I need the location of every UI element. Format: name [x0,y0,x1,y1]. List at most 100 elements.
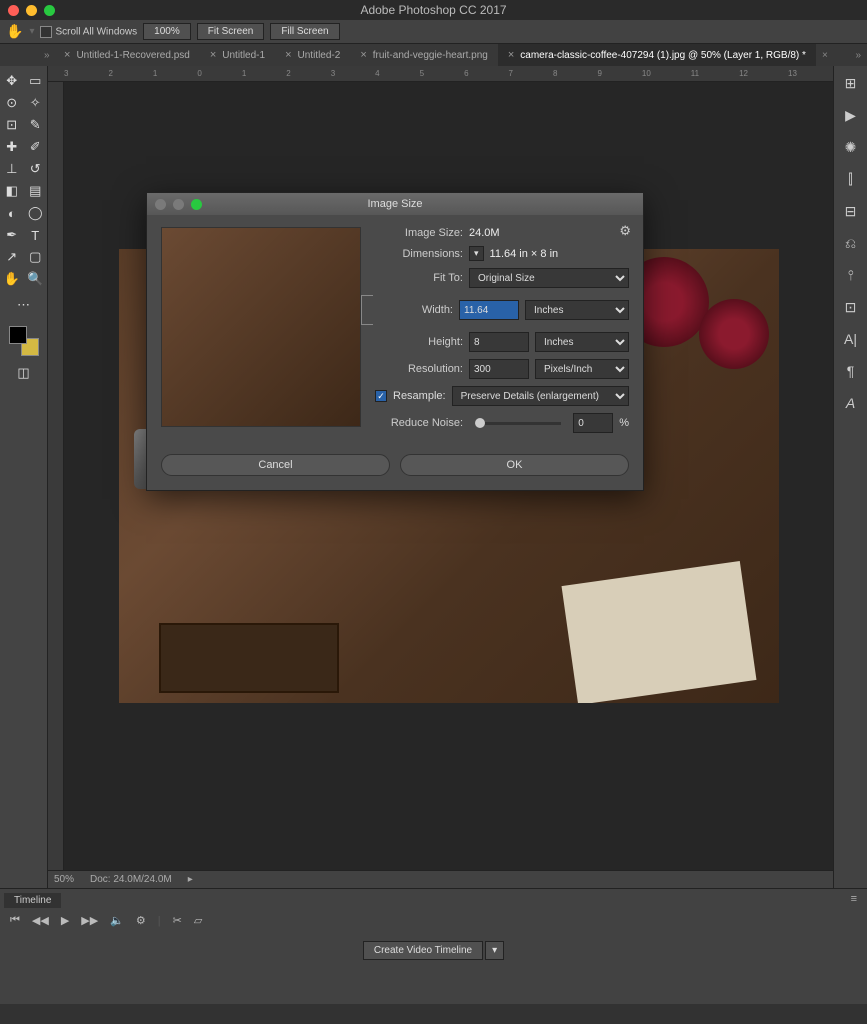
histogram-panel-icon[interactable]: ⫿ [842,170,860,188]
settings-icon[interactable]: ⚙ [136,914,146,927]
ruler-horizontal: 321012345678910111213 [48,66,833,82]
color-panel-icon[interactable]: ⊡ [842,298,860,316]
dialog-preview [161,227,361,427]
timeline-mode-dropdown[interactable]: ▾ [485,941,504,960]
link-icon[interactable] [361,295,373,325]
hand-tool-icon[interactable]: ✋ [6,23,23,40]
eraser-tool-icon[interactable]: ◧ [3,182,21,200]
foreground-color[interactable] [9,326,27,344]
doc-tab[interactable]: × fruit-and-veggie-heart.png [350,44,498,66]
width-unit-select[interactable]: Inches [525,300,629,320]
doc-info[interactable]: Doc: 24.0M/24.0M [90,874,172,885]
resample-label: Resample: [393,390,446,402]
adjustments-panel-icon[interactable]: ✺ [842,138,860,156]
doc-tab[interactable]: ×Untitled-2 [275,44,350,66]
play-icon[interactable]: ▶ [61,914,69,927]
close-icon[interactable]: × [210,49,216,61]
tab-label: Untitled-1 [222,50,265,61]
channels-panel-icon[interactable]: ⎌ [842,234,860,252]
close-icon[interactable]: × [508,49,514,61]
canvas[interactable]: Image Size ⚙ Image Size: 24.0M Dimensions… [64,82,833,870]
doc-tab[interactable]: × Untitled-1-Recovered.psd [54,44,200,66]
close-icon[interactable]: × [822,50,828,61]
crop-tool-icon[interactable]: ⊡ [3,116,21,134]
reduce-noise-input[interactable] [573,413,613,433]
heal-tool-icon[interactable]: ✚ [3,138,21,156]
close-icon[interactable]: × [285,49,291,61]
hand-tool-icon[interactable]: ✋ [3,270,21,288]
ok-button[interactable]: OK [400,454,629,476]
move-tool-icon[interactable]: ✥ [3,72,21,90]
scroll-label: Scroll All Windows [55,26,137,37]
zoom-tool-icon[interactable]: 🔍 [26,270,44,288]
tab-label: Untitled-1-Recovered.psd [76,50,189,61]
fill-screen-button[interactable]: Fill Screen [270,23,339,40]
wand-tool-icon[interactable]: ✧ [26,94,44,112]
properties-panel-icon[interactable]: ⊞ [842,74,860,92]
close-icon[interactable]: × [360,49,366,61]
play-icon[interactable]: ▶ [842,106,860,124]
width-input[interactable] [459,300,519,320]
history-brush-icon[interactable]: ↺ [26,160,44,178]
close-icon[interactable]: × [64,49,70,61]
timeline-tab[interactable]: Timeline [4,893,61,908]
cancel-button[interactable]: Cancel [161,454,390,476]
timeline-panel: Timeline ≡ ⏮ ◀◀ ▶ ▶▶ 🔈 ⚙ | ✂ ▱ Create Vi… [0,888,867,1004]
gradient-tool-icon[interactable]: ▤ [26,182,44,200]
status-bar: 50% Doc: 24.0M/24.0M ▸ [48,870,833,888]
chevron-right-icon[interactable]: ▸ [188,874,193,885]
brush-tool-icon[interactable]: ✐ [26,138,44,156]
tabs-overflow-icon[interactable]: » [855,50,861,61]
glyphs-panel-icon[interactable]: A [842,394,860,412]
fit-to-label: Fit To: [375,272,463,284]
zoom-level[interactable]: 50% [54,874,74,885]
fit-to-select[interactable]: Original Size [469,268,629,288]
type-tool-icon[interactable]: T [26,226,44,244]
height-input[interactable] [469,332,529,352]
resolution-input[interactable] [469,359,529,379]
marquee-tool-icon[interactable]: ▭ [26,72,44,90]
color-swatch[interactable] [9,326,39,356]
fit-screen-button[interactable]: Fit Screen [197,23,265,40]
path-tool-icon[interactable]: ↗ [3,248,21,266]
eyedropper-tool-icon[interactable]: ✎ [26,116,44,134]
paths-panel-icon[interactable]: ⫯ [842,266,860,284]
prev-frame-icon[interactable]: ◀◀ [32,914,49,927]
next-frame-icon[interactable]: ▶▶ [81,914,98,927]
resolution-unit-select[interactable]: Pixels/Inch [535,359,629,379]
image-size-label: Image Size: [375,227,463,239]
quickmask-icon[interactable]: ◫ [15,364,33,382]
dodge-tool-icon[interactable]: ◯ [26,204,44,222]
transition-icon[interactable]: ▱ [194,914,202,927]
character-panel-icon[interactable]: A| [842,330,860,348]
zoom-100-button[interactable]: 100% [143,23,191,40]
scroll-all-windows-checkbox[interactable]: Scroll All Windows [40,26,137,38]
dimensions-unit-dropdown[interactable]: ▾ [469,246,484,261]
split-icon[interactable]: ✂ [173,914,182,927]
create-video-timeline-button[interactable]: Create Video Timeline [363,941,483,960]
panel-menu-icon[interactable]: ≡ [851,893,857,905]
edit-toolbar-icon[interactable]: ⋯ [15,296,33,314]
app-titlebar: Adobe Photoshop CC 2017 [0,0,867,20]
paragraph-panel-icon[interactable]: ¶ [842,362,860,380]
dimensions-label: Dimensions: [375,248,463,260]
gear-icon[interactable]: ⚙ [619,223,631,239]
image-size-value: 24.0M [469,227,500,239]
lasso-tool-icon[interactable]: ⊙ [3,94,21,112]
dialog-titlebar[interactable]: Image Size [147,193,643,215]
layers-panel-icon[interactable]: ⊟ [842,202,860,220]
tab-label: fruit-and-veggie-heart.png [373,50,488,61]
shape-tool-icon[interactable]: ▢ [26,248,44,266]
reduce-noise-label: Reduce Noise: [375,417,463,429]
mute-icon[interactable]: 🔈 [110,914,124,927]
pen-tool-icon[interactable]: ✒ [3,226,21,244]
first-frame-icon[interactable]: ⏮ [10,914,20,927]
height-unit-select[interactable]: Inches [535,332,629,352]
reduce-noise-slider[interactable] [475,422,561,425]
resample-checkbox[interactable]: ✓ [375,390,387,402]
doc-tab[interactable]: × Untitled-1 [200,44,275,66]
resample-select[interactable]: Preserve Details (enlargement) [452,386,629,406]
stamp-tool-icon[interactable]: ⊥ [3,160,21,178]
blur-tool-icon[interactable]: ◐ [3,204,21,222]
doc-tab-active[interactable]: ×camera-classic-coffee-407294 (1).jpg @ … [498,44,816,66]
